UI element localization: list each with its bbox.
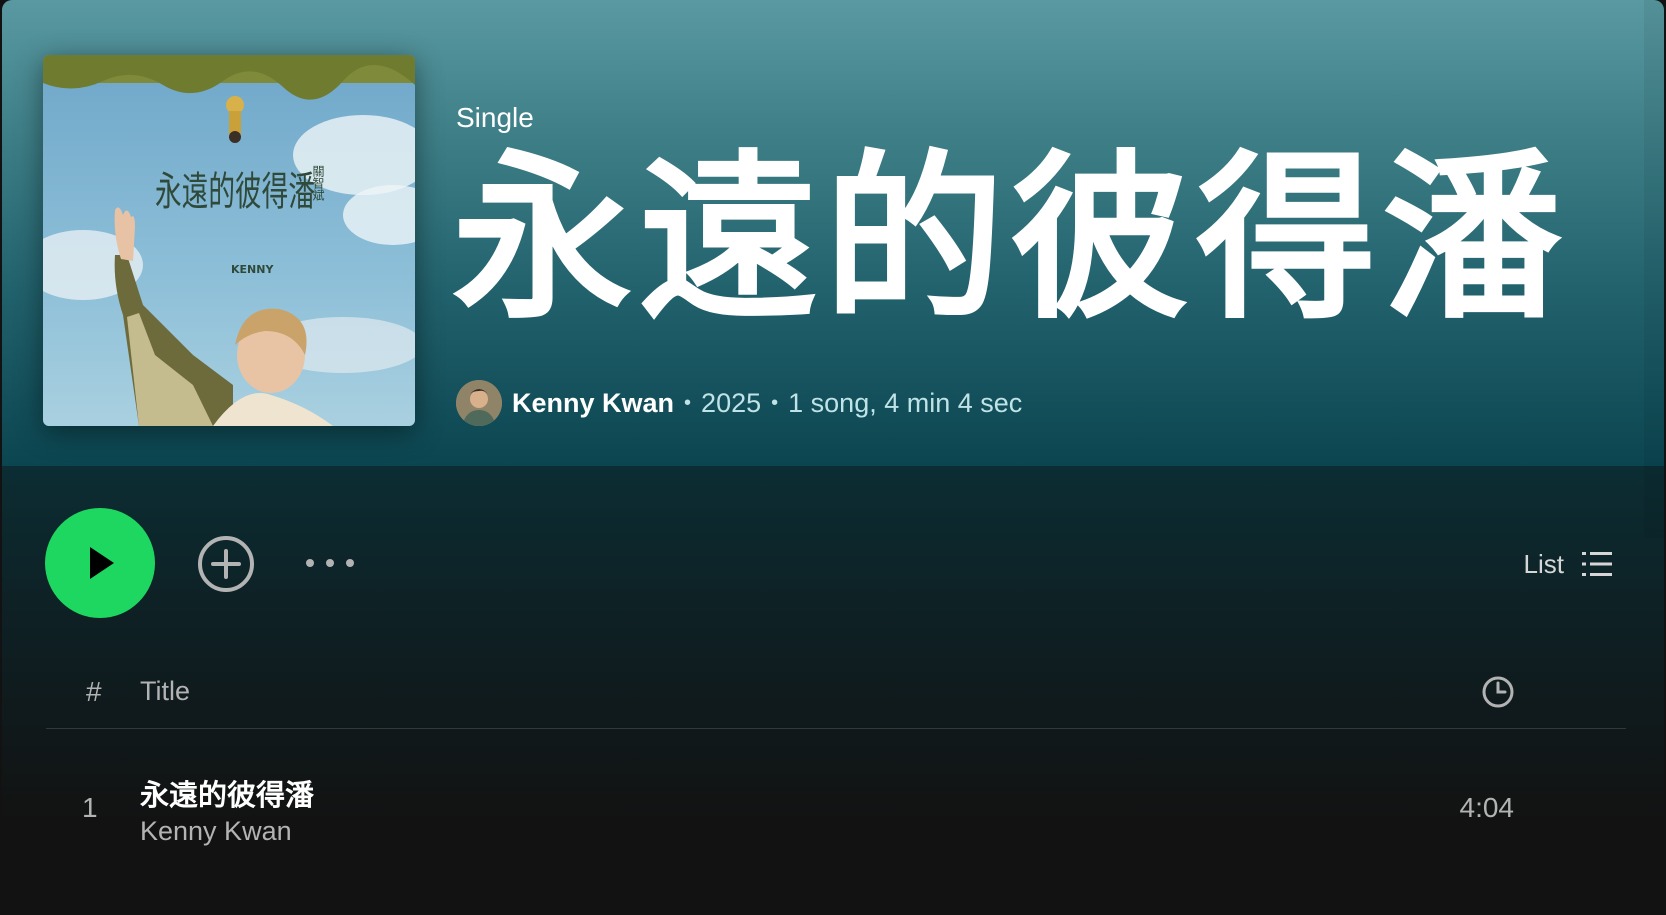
main-view: 永遠的彼得潘 關智斌 KENNY Single 永遠的彼得潘 Kenny Kwa…	[2, 0, 1664, 915]
track-duration: 4:04	[1459, 792, 1515, 823]
album-meta: Kenny Kwan • 2025 • 1 song, 4 min 4 sec	[456, 379, 1022, 427]
view-mode-label: List	[1523, 548, 1564, 579]
cover-title-text: 永遠的彼得潘	[155, 169, 315, 215]
album-title: 永遠的彼得潘	[452, 135, 1569, 344]
column-title: Title	[140, 676, 191, 706]
album-type-label: Single	[456, 102, 534, 133]
release-year: 2025	[701, 387, 762, 418]
album-cover: 永遠的彼得潘 關智斌 KENNY	[43, 55, 415, 426]
clock-icon	[1482, 676, 1514, 708]
plus-circle-icon	[198, 536, 254, 592]
track-title[interactable]: 永遠的彼得潘	[140, 772, 314, 814]
more-options-button[interactable]	[302, 548, 358, 578]
separator: •	[684, 391, 692, 414]
play-icon	[90, 547, 114, 579]
track-number: 1	[82, 792, 98, 823]
view-mode-toggle[interactable]: List	[1524, 546, 1612, 582]
artist-link[interactable]: Kenny Kwan	[512, 388, 674, 419]
artist-avatar[interactable]	[456, 380, 502, 426]
album-summary: 1 song, 4 min 4 sec	[788, 387, 1023, 418]
add-to-library-button[interactable]	[196, 534, 256, 594]
cover-brand-text: KENNY	[231, 263, 274, 276]
scrollbar[interactable]	[1644, 0, 1664, 538]
list-icon	[1582, 552, 1612, 576]
column-number: #	[86, 676, 102, 707]
avatar-image	[456, 380, 502, 426]
spotify-album-page: 永遠的彼得潘 關智斌 KENNY Single 永遠的彼得潘 Kenny Kwa…	[0, 0, 1666, 915]
more-horizontal-icon	[306, 559, 354, 567]
track-row[interactable]: 1 永遠的彼得潘 Kenny Kwan 4:04	[46, 764, 1626, 856]
cover-artist-text: 關智斌	[311, 165, 325, 201]
play-button[interactable]	[45, 508, 155, 618]
separator: •	[771, 391, 779, 414]
cover-artwork: 永遠的彼得潘 關智斌 KENNY	[43, 55, 415, 426]
tracklist-header: # Title	[46, 670, 1626, 729]
track-artist[interactable]: Kenny Kwan	[140, 816, 292, 847]
